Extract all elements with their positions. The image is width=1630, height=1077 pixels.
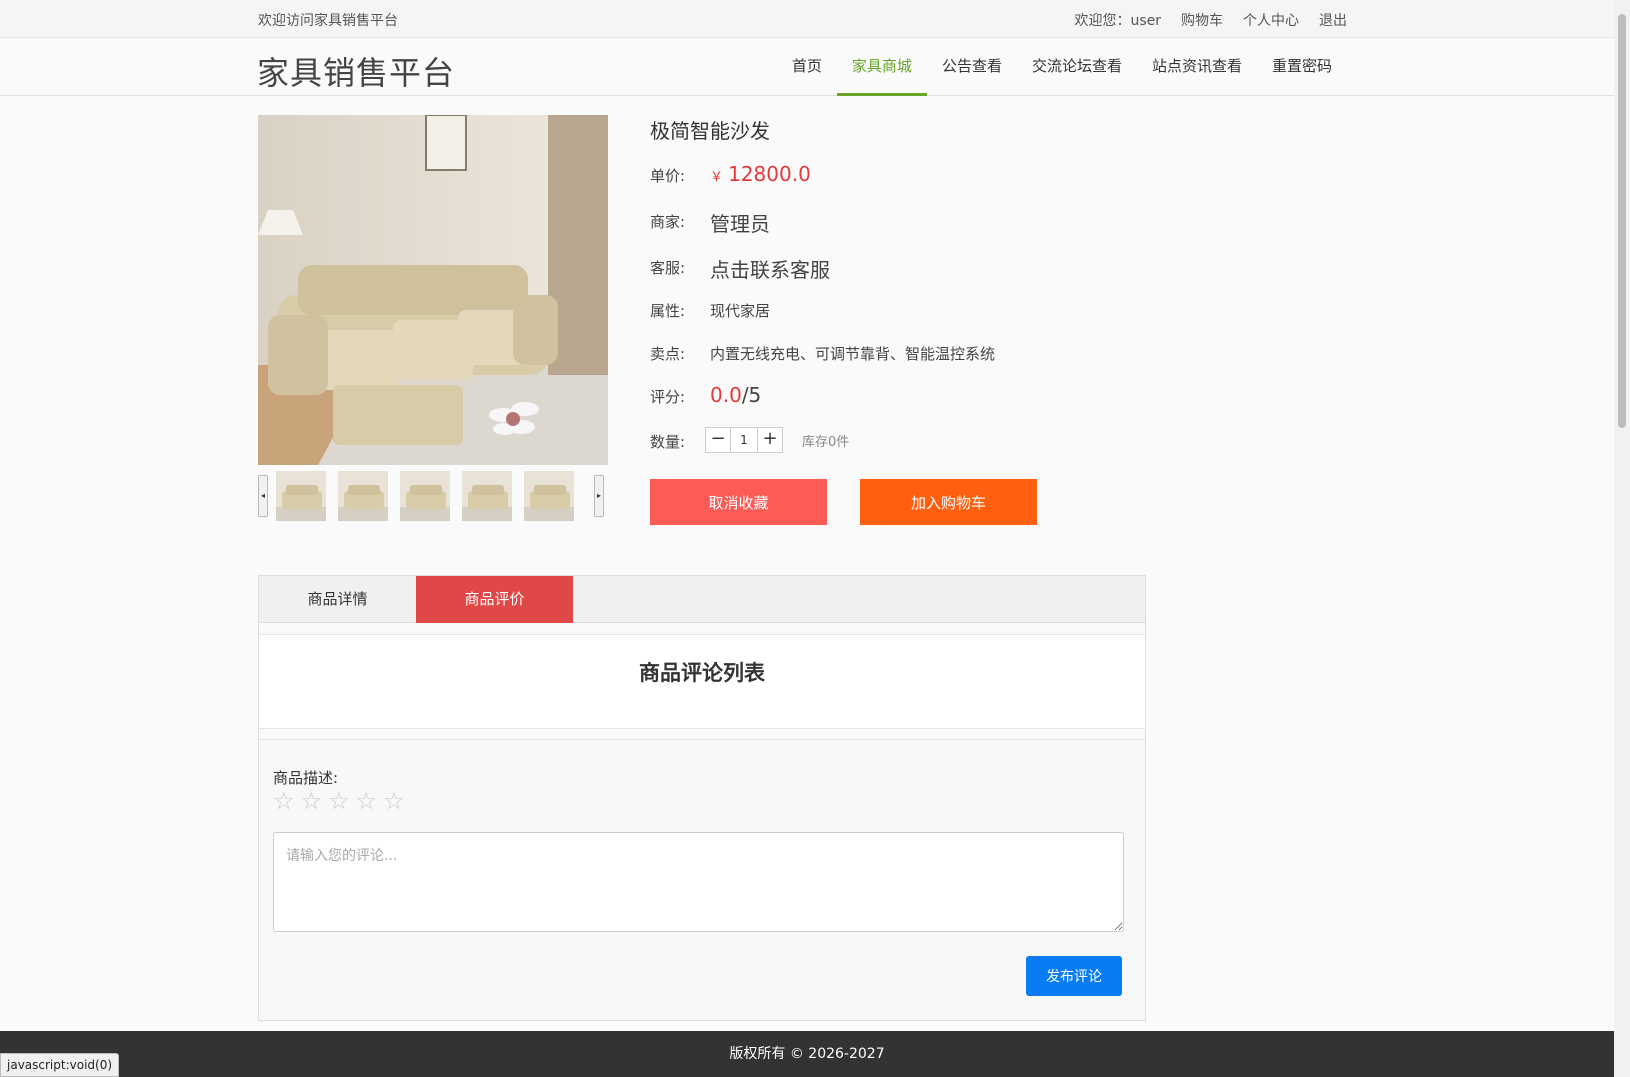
nav-item-home[interactable]: 首页 — [777, 38, 837, 96]
comment-form: 商品描述: ☆ ☆ ☆ ☆ ☆ 发布评论 — [259, 739, 1145, 1020]
top-user-links: 欢迎您：user 购物车 个人中心 退出 — [1074, 10, 1347, 30]
nav-item-shop[interactable]: 家具商城 — [836, 38, 927, 96]
comment-list-title: 商品评论列表 — [639, 661, 765, 685]
scrollbar-thumb[interactable] — [1618, 14, 1626, 428]
thumbnail-4[interactable] — [462, 471, 512, 521]
cancel-favorite-button[interactable]: 取消收藏 — [650, 479, 827, 525]
main-header: 家具销售平台 首页 家具商城 公告查看 交流论坛查看 站点资讯查看 重置密码 — [0, 38, 1614, 96]
star-icon[interactable]: ☆ — [273, 787, 295, 815]
comment-list: 商品评论列表 — [259, 634, 1145, 729]
merchant-label: 商家: — [650, 213, 686, 231]
logout-link[interactable]: 退出 — [1319, 10, 1347, 30]
welcome-text: 欢迎访问家具销售平台 — [258, 13, 398, 29]
main-nav: 首页 家具商城 公告查看 交流论坛查看 站点资讯查看 重置密码 — [777, 38, 1347, 96]
nav-item-reset-password[interactable]: 重置密码 — [1257, 38, 1347, 96]
thumbnail-strip: ◂ ▸ — [258, 471, 608, 521]
add-to-cart-button[interactable]: 加入购物车 — [860, 479, 1037, 525]
selling-label: 卖点: — [650, 345, 686, 363]
site-logo[interactable]: 家具销售平台 — [257, 48, 455, 94]
comment-textarea[interactable] — [273, 832, 1124, 932]
tab-product-review[interactable]: 商品评价 — [416, 576, 573, 623]
rating-max: /5 — [741, 383, 762, 407]
sofa-thumb-icon — [462, 471, 512, 521]
star-rating: ☆ ☆ ☆ ☆ ☆ — [273, 787, 405, 815]
top-bar: 欢迎访问家具销售平台 欢迎您：user 购物车 个人中心 退出 — [0, 0, 1614, 38]
qty-minus-button[interactable]: − — [705, 427, 731, 453]
price-amount: 12800.0 — [728, 162, 811, 186]
profile-link[interactable]: 个人中心 — [1243, 10, 1299, 30]
rating-score: 0.0 — [710, 383, 742, 407]
service-label: 客服: — [650, 259, 686, 277]
sofa-thumb-icon — [400, 471, 450, 521]
sofa-thumb-icon — [524, 471, 574, 521]
rating-label: 评分: — [650, 388, 686, 406]
tab-bar: 商品详情 商品评价 — [259, 576, 1145, 623]
star-icon[interactable]: ☆ — [301, 787, 323, 815]
star-icon[interactable]: ☆ — [356, 787, 378, 815]
merchant-value: 管理员 — [710, 212, 770, 236]
star-icon[interactable]: ☆ — [383, 787, 405, 815]
qty-label: 数量: — [650, 433, 686, 451]
sofa-image — [258, 115, 608, 465]
tab-product-detail[interactable]: 商品详情 — [259, 576, 416, 623]
description-rating-label: 商品描述: — [273, 769, 339, 787]
thumbnail-2[interactable] — [338, 471, 388, 521]
thumbnail-5[interactable] — [524, 471, 574, 521]
sofa-thumb-icon — [276, 471, 326, 521]
quantity-stepper: − + — [705, 427, 783, 453]
nav-item-notices[interactable]: 公告查看 — [927, 38, 1017, 96]
attr-value: 现代家居 — [710, 302, 771, 320]
qty-plus-button[interactable]: + — [757, 427, 783, 453]
sofa-thumb-icon — [338, 471, 388, 521]
product-main-image — [258, 115, 608, 465]
thumbnail-3[interactable] — [400, 471, 450, 521]
nav-item-news[interactable]: 站点资讯查看 — [1137, 38, 1257, 96]
top-cart-link[interactable]: 购物车 — [1181, 10, 1223, 30]
page-footer: 版权所有 © 2026-2027 — [0, 1031, 1614, 1077]
price-label: 单价: — [650, 167, 686, 185]
selling-value: 内置无线充电、可调节靠背、智能温控系统 — [710, 345, 996, 363]
stock-text: 库存0件 — [802, 435, 850, 450]
qty-input[interactable] — [731, 427, 757, 453]
thumbnail-1[interactable] — [276, 471, 326, 521]
star-icon[interactable]: ☆ — [328, 787, 350, 815]
rating-value: 0.0/5 — [710, 383, 761, 407]
attr-label: 属性: — [650, 302, 686, 320]
price-symbol: ￥ — [710, 170, 724, 185]
thumb-prev-icon[interactable]: ◂ — [258, 475, 268, 517]
price-value: ￥ 12800.0 — [710, 162, 811, 186]
nav-item-forum[interactable]: 交流论坛查看 — [1017, 38, 1137, 96]
page-scrollbar[interactable] — [1614, 0, 1630, 1077]
product-title: 极简智能沙发 — [650, 119, 770, 143]
product-tabs-panel: 商品详情 商品评价 商品评论列表 商品描述: ☆ ☆ ☆ ☆ ☆ 发布评论 — [258, 575, 1146, 1021]
copyright-text: 版权所有 © 2026-2027 — [729, 1046, 885, 1062]
user-greeting: 欢迎您：user — [1074, 13, 1161, 29]
browser-status-bar: javascript:void(0) — [0, 1053, 120, 1077]
contact-service-link[interactable]: 点击联系客服 — [710, 254, 830, 283]
post-comment-button[interactable]: 发布评论 — [1026, 956, 1122, 996]
thumb-next-icon[interactable]: ▸ — [594, 475, 604, 517]
